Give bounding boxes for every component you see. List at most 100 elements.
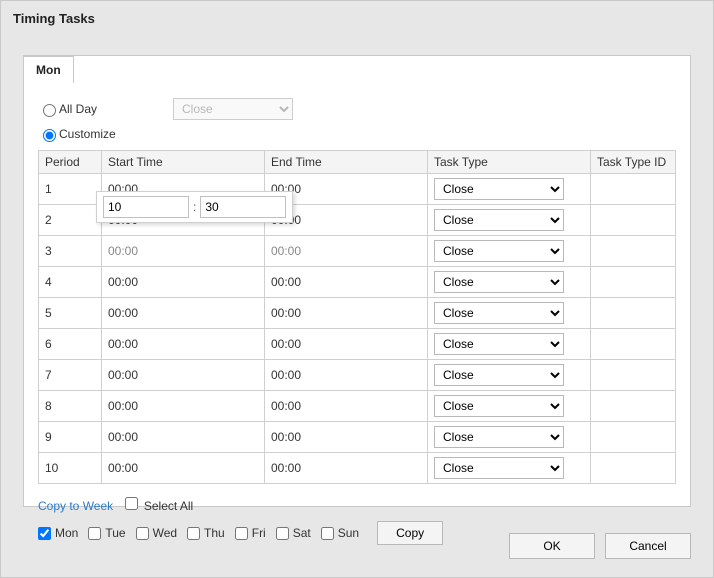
task-type-id-cell (591, 267, 676, 298)
task-type-select[interactable]: Close (434, 209, 564, 231)
col-end: End Time (265, 151, 428, 174)
tab-mon[interactable]: Mon (23, 56, 74, 83)
col-typeid: Task Type ID (591, 151, 676, 174)
time-minute-input[interactable] (200, 196, 286, 218)
start-time-cell[interactable]: 00:00 (102, 236, 265, 267)
task-type-cell: Close (428, 298, 591, 329)
copy-day-checkbox-thu[interactable] (187, 527, 200, 540)
table-row: 400:0000:00Close (39, 267, 676, 298)
period-cell: 8 (39, 391, 102, 422)
end-time-cell[interactable]: 00:00 (265, 391, 428, 422)
task-type-cell: Close (428, 236, 591, 267)
start-time-cell[interactable]: 00:00 (102, 422, 265, 453)
copy-day-checkbox-sun[interactable] (321, 527, 334, 540)
task-type-id-cell (591, 205, 676, 236)
copy-day-tue[interactable]: Tue (88, 526, 125, 540)
task-type-select[interactable]: Close (434, 457, 564, 479)
end-time-cell[interactable]: 00:00 (265, 360, 428, 391)
task-type-select[interactable]: Close (434, 240, 564, 262)
copy-day-checkbox-tue[interactable] (88, 527, 101, 540)
task-type-select[interactable]: Close (434, 395, 564, 417)
end-time-cell[interactable]: 00:00 (265, 236, 428, 267)
time-edit-popover[interactable]: : (96, 191, 293, 223)
task-type-select[interactable]: Close (434, 333, 564, 355)
col-type: Task Type (428, 151, 591, 174)
table-row: 500:0000:00Close (39, 298, 676, 329)
allday-task-select: Close (173, 98, 293, 120)
select-all-checkbox[interactable] (125, 497, 138, 510)
allday-radio[interactable] (43, 104, 56, 117)
copy-day-checkbox-wed[interactable] (136, 527, 149, 540)
cancel-button[interactable]: Cancel (605, 533, 691, 559)
copy-day-sun[interactable]: Sun (321, 526, 359, 540)
period-cell: 5 (39, 298, 102, 329)
customize-label[interactable]: Customize (59, 127, 116, 141)
period-cell: 10 (39, 453, 102, 484)
customize-radio[interactable] (43, 129, 56, 142)
task-type-cell: Close (428, 329, 591, 360)
task-type-id-cell (591, 329, 676, 360)
task-type-id-cell (591, 360, 676, 391)
footer: OK Cancel (509, 533, 691, 559)
task-type-id-cell (591, 422, 676, 453)
table-row: 700:0000:00Close (39, 360, 676, 391)
task-type-select[interactable]: Close (434, 178, 564, 200)
period-cell: 3 (39, 236, 102, 267)
copy-day-fri[interactable]: Fri (235, 526, 266, 540)
end-time-cell[interactable]: 00:00 (265, 267, 428, 298)
task-type-id-cell (591, 174, 676, 205)
task-type-cell: Close (428, 267, 591, 298)
col-period: Period (39, 151, 102, 174)
mode-customize-row: Customize (38, 126, 676, 142)
period-cell: 2 (39, 205, 102, 236)
end-time-cell[interactable]: 00:00 (265, 422, 428, 453)
timing-tasks-window: Timing Tasks Mon Tue Wed Thu Fri Sat Sun All D… (0, 0, 714, 578)
copy-day-sat[interactable]: Sat (276, 526, 311, 540)
period-cell: 4 (39, 267, 102, 298)
end-time-cell[interactable]: 00:00 (265, 329, 428, 360)
start-time-cell[interactable]: 00:00 (102, 329, 265, 360)
start-time-cell[interactable]: 00:00 (102, 298, 265, 329)
table-row: 1000:0000:00Close (39, 453, 676, 484)
task-type-select[interactable]: Close (434, 426, 564, 448)
allday-label[interactable]: All Day (59, 102, 97, 116)
copy-day-checkbox-mon[interactable] (38, 527, 51, 540)
table-row: 600:0000:00Close (39, 329, 676, 360)
task-type-cell: Close (428, 422, 591, 453)
task-type-select[interactable]: Close (434, 302, 564, 324)
copy-day-thu[interactable]: Thu (187, 526, 225, 540)
start-time-cell[interactable]: 00:00 (102, 453, 265, 484)
copy-day-checkbox-fri[interactable] (235, 527, 248, 540)
period-cell: 9 (39, 422, 102, 453)
period-cell: 1 (39, 174, 102, 205)
end-time-cell[interactable]: 00:00 (265, 453, 428, 484)
task-type-id-cell (591, 391, 676, 422)
task-type-select[interactable]: Close (434, 271, 564, 293)
copy-row: Copy to Week Select All (38, 494, 676, 513)
end-time-cell[interactable]: 00:00 (265, 298, 428, 329)
table-row: 800:0000:00Close (39, 391, 676, 422)
start-time-cell[interactable]: 00:00 (102, 267, 265, 298)
start-time-cell[interactable]: 00:00 (102, 360, 265, 391)
ok-button[interactable]: OK (509, 533, 595, 559)
task-type-cell: Close (428, 453, 591, 484)
copy-day-wed[interactable]: Wed (136, 526, 177, 540)
copy-button[interactable]: Copy (377, 521, 443, 545)
mode-allday-row: All Day Close (38, 98, 676, 120)
copy-to-week-link[interactable]: Copy to Week (38, 499, 113, 513)
window-title: Timing Tasks (1, 1, 713, 32)
task-type-cell: Close (428, 174, 591, 205)
copy-day-mon[interactable]: Mon (38, 526, 78, 540)
start-time-cell[interactable]: 00:00 (102, 391, 265, 422)
panel: All Day Close Customize Period Start Tim… (23, 55, 691, 507)
table-row: 300:0000:00Close (39, 236, 676, 267)
task-type-select[interactable]: Close (434, 364, 564, 386)
task-type-cell: Close (428, 360, 591, 391)
select-all-label[interactable]: Select All (144, 499, 193, 513)
time-hour-input[interactable] (103, 196, 189, 218)
col-start: Start Time (102, 151, 265, 174)
task-type-id-cell (591, 236, 676, 267)
task-type-id-cell (591, 298, 676, 329)
copy-day-checkbox-sat[interactable] (276, 527, 289, 540)
table-row: 900:0000:00Close (39, 422, 676, 453)
